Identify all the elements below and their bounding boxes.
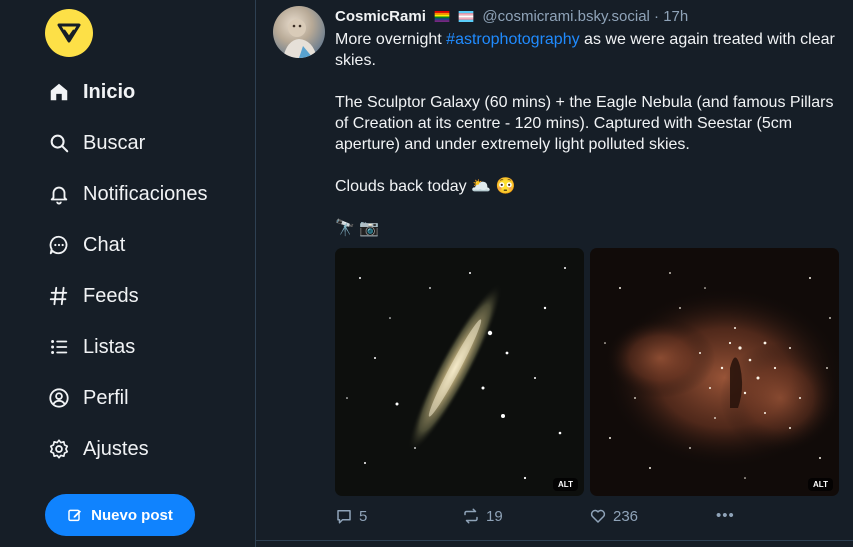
repost-count: 19 [486,507,503,525]
app-logo[interactable] [45,9,93,57]
sidebar-item-label: Listas [83,335,136,358]
home-icon [45,78,73,106]
profile-icon [45,384,73,412]
post-time[interactable]: 17h [663,8,688,25]
author-handle[interactable]: @cosmicrami.bsky.social [482,8,649,25]
text-segment: More overnight [335,31,447,48]
list-icon [45,333,73,361]
alt-badge[interactable]: ALT [553,478,578,491]
sidebar-item-ajustes[interactable]: Ajustes [45,429,245,469]
reply-icon [337,510,351,524]
sidebar-item-label: Ajustes [83,437,149,460]
trans-flag-icon [458,11,474,22]
sidebar-item-notificaciones[interactable]: Notificaciones [45,174,245,214]
more-icon: ••• [716,507,735,524]
sidebar-item-label: Inicio [83,80,136,103]
hash-icon [45,282,73,310]
nebula-photo[interactable]: ALT [590,248,839,496]
sidebar-item-label: Perfil [83,386,129,409]
post-separator-line [256,540,853,541]
alt-badge[interactable]: ALT [808,478,833,491]
galaxy-photo[interactable]: ALT [335,248,584,496]
sidebar-item-feeds[interactable]: Feeds [45,276,245,316]
rainbow-flag-icon [434,11,450,22]
feed-post[interactable]: CosmicRami @cosmicrami.bsky.social · 17h… [256,0,853,547]
like-count: 236 [613,507,639,525]
sidebar-item-buscar[interactable]: Buscar [45,123,245,163]
reply-count: 5 [359,507,368,525]
sidebar-item-chat[interactable]: Chat [45,225,245,265]
paragraph-4: 🔭 📷 [335,220,380,237]
post-actions: 5 19 236 ••• [335,507,835,527]
heart-icon [590,509,606,523]
header-separator: · [649,8,664,25]
avatar[interactable] [273,6,325,58]
sidebar-item-label: Feeds [83,284,139,307]
sidebar-item-label: Chat [83,233,126,256]
repost-button[interactable]: 19 [462,507,503,525]
sidebar: Inicio Buscar Notificaciones Chat Feeds … [0,0,255,547]
reply-button[interactable]: 5 [335,507,367,525]
post-header: CosmicRami @cosmicrami.bsky.social · 17h [335,8,688,25]
butterfly-logo-icon [57,23,81,43]
new-post-button[interactable]: Nuevo post [45,494,195,536]
repost-icon [464,508,478,524]
sidebar-item-label: Buscar [83,131,146,154]
sidebar-item-inicio[interactable]: Inicio [45,72,245,112]
post-text: More overnight #astrophotography as we w… [335,29,835,260]
edit-icon [68,509,82,522]
paragraph-1: More overnight #astrophotography as we w… [335,29,835,71]
more-options-button[interactable]: ••• [716,507,735,524]
author-name[interactable]: CosmicRami [335,8,426,25]
like-button[interactable]: 236 [589,507,638,525]
hashtag-link[interactable]: #astrophotography [446,31,579,48]
gear-icon [45,435,73,463]
paragraph-3: Clouds back today 🌥️ 😳 [335,178,516,195]
bell-icon [45,180,73,208]
sidebar-item-label: Notificaciones [83,182,208,205]
paragraph-2: The Sculptor Galaxy (60 mins) + the Eagl… [335,94,834,153]
sidebar-item-perfil[interactable]: Perfil [45,378,245,418]
sidebar-item-listas[interactable]: Listas [45,327,245,367]
chat-icon [45,231,73,259]
new-post-label: Nuevo post [91,506,173,524]
search-icon [45,129,73,157]
